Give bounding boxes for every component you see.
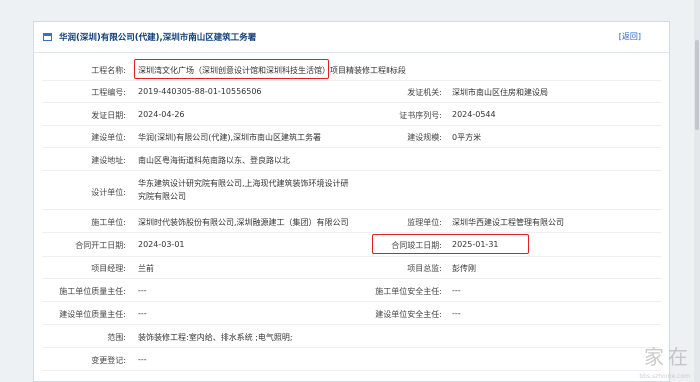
builder-quality-value: --- [138, 309, 147, 318]
window-icon [43, 33, 52, 41]
row-divider [42, 278, 661, 279]
design-label: 设计单位: [91, 188, 126, 197]
project-name-part2: 项目精装修工程Ⅱ标段 [330, 66, 406, 75]
vertical-scrollbar[interactable] [694, 0, 700, 382]
range-label: 范围: [107, 333, 126, 342]
project-name-value: 深圳湾文化广场（深圳创意设计馆和深圳科技生活馆）项目精装修工程Ⅱ标段 [138, 65, 406, 76]
chief-value: 彭传刚 [452, 264, 476, 273]
construct-quality-value: --- [138, 286, 147, 295]
construct-label: 施工单位: [91, 218, 126, 227]
project-name-label: 工程名称: [91, 66, 126, 75]
chief-label: 项目总监: [407, 264, 442, 273]
row-divider [42, 370, 661, 371]
end-date-value: 2025-01-31 [452, 240, 499, 249]
builder-value: 华润(深圳)有限公司(代建),深圳市南山区建筑工务署 [138, 133, 322, 142]
row-divider [42, 347, 661, 348]
construct-value: 深圳时代装饰股份有限公司,深圳融源建工（集团）有限公司 [138, 218, 349, 227]
builder-quality-label: 建设单位质量主任: [59, 310, 126, 319]
row-divider [42, 232, 661, 233]
scrollbar-thumb[interactable] [695, 40, 699, 130]
address-label: 建设地址: [91, 156, 126, 165]
row-divider [42, 147, 661, 148]
project-no-label: 工程编号: [91, 88, 126, 97]
range-value: 装饰装修工程:室内给、排水系统 ;电气照明; [138, 333, 293, 342]
panel-header: 华润(深圳)有限公司(代建),深圳市南山区建筑工务署 [返回] [34, 22, 669, 53]
site-watermark: 家在 [644, 345, 692, 369]
row-divider [42, 80, 661, 81]
cert-no-value: 2024-0544 [452, 110, 496, 119]
back-link[interactable]: [返回] [619, 31, 641, 42]
construct-safety-label: 施工单位安全主任: [375, 287, 442, 296]
issuer-label: 发证机关: [407, 88, 442, 97]
row-divider [42, 209, 661, 210]
change-value: --- [138, 355, 147, 364]
issuer-value: 深圳市南山区住房和建设局 [452, 88, 548, 97]
construct-quality-label: 施工单位质量主任: [59, 287, 126, 296]
scale-label: 建设规模: [407, 133, 442, 142]
issue-date-value: 2024-04-26 [138, 110, 185, 119]
row-divider [42, 324, 661, 325]
row-divider [42, 170, 661, 171]
design-value: 华东建筑设计研究院有限公司,上海现代建筑装饰环境设计研究院有限公司 [138, 179, 349, 201]
row-divider [42, 301, 661, 302]
project-no-value: 2019-440305-88-01-10556506 [138, 87, 262, 96]
start-date-value: 2024-03-01 [138, 240, 185, 249]
pm-label: 项目经理: [91, 264, 126, 273]
change-label: 变更登记: [91, 356, 126, 365]
cert-no-label: 证书序列号: [399, 111, 442, 120]
row-divider [42, 256, 661, 257]
site-watermark-url: bbs.szhome.com [639, 373, 690, 380]
supervise-value: 深圳华西建设工程管理有限公司 [452, 218, 564, 227]
builder-safety-value: --- [452, 309, 461, 318]
row-divider [42, 102, 661, 103]
address-value: 南山区粤海街道科苑南路以东、登良路以北 [138, 156, 290, 165]
pm-value: 兰前 [138, 264, 154, 273]
construct-safety-value: --- [452, 286, 461, 295]
row-divider [42, 125, 661, 126]
supervise-label: 监理单位: [407, 218, 442, 227]
builder-safety-label: 建设单位安全主任: [375, 310, 442, 319]
page-title: 华润(深圳)有限公司(代建),深圳市南山区建筑工务署 [59, 33, 257, 43]
end-date-label: 合同竣工日期: [391, 241, 442, 250]
scale-value: 0平方米 [452, 133, 482, 142]
issue-date-label: 发证日期: [91, 111, 126, 120]
project-name-part1: 深圳湾文化广场（深圳创意设计馆和深圳科技生活馆） [138, 66, 330, 75]
project-detail-panel: 华润(深圳)有限公司(代建),深圳市南山区建筑工务署 [返回] 工程名称: 深圳… [33, 21, 670, 382]
builder-label: 建设单位: [91, 133, 126, 142]
start-date-label: 合同开工日期: [75, 241, 126, 250]
